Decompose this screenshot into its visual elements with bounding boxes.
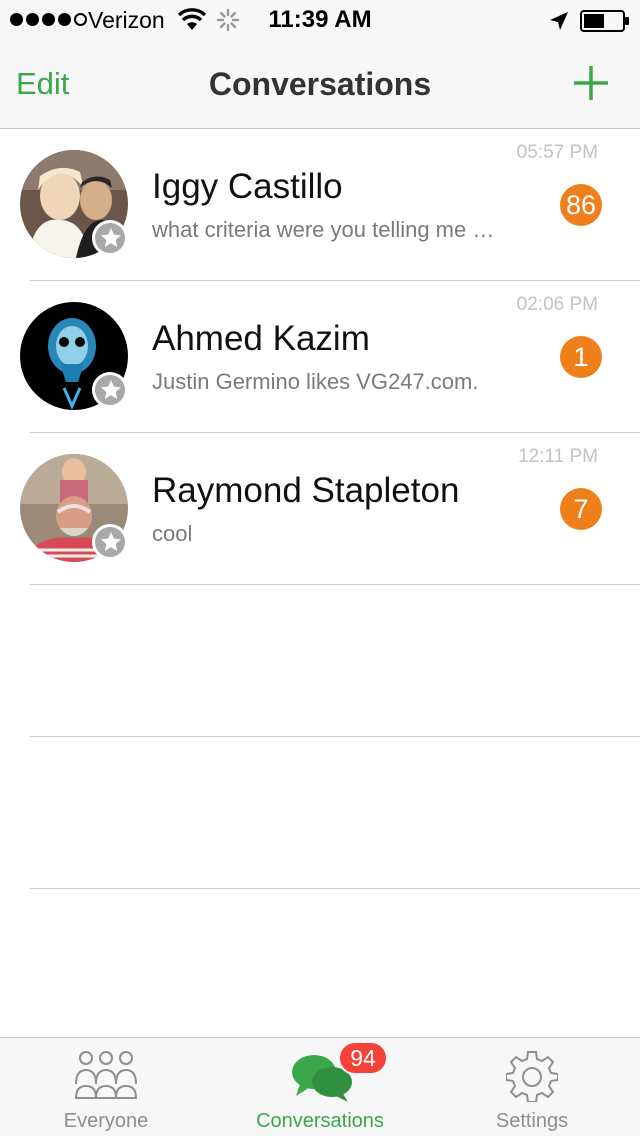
message-preview: what criteria were you telling me about <box>152 217 502 242</box>
message-time: 05:57 PM <box>516 142 598 163</box>
location-arrow-icon <box>550 12 568 30</box>
status-bar: Verizon 11:39 AM <box>0 0 640 40</box>
status-time: 11:39 AM <box>268 6 372 33</box>
conversation-row[interactable]: Raymond Stapleton cool 12:11 PM 7 <box>0 433 640 585</box>
star-icon[interactable] <box>92 524 128 560</box>
message-preview: cool <box>152 521 193 546</box>
battery-icon <box>580 10 629 32</box>
star-icon[interactable] <box>92 372 128 408</box>
unread-total-badge: 94 <box>338 1041 388 1075</box>
tab-label: Conversations <box>256 1110 384 1132</box>
message-time: 12:11 PM <box>518 446 598 467</box>
tab-label: Settings <box>495 1110 569 1132</box>
unread-count-badge: 1 <box>560 336 602 378</box>
people-group-icon <box>74 1051 138 1099</box>
empty-row <box>0 585 640 737</box>
contact-name: Ahmed Kazim <box>152 319 370 358</box>
tab-label: Everyone <box>63 1110 149 1132</box>
contact-name: Raymond Stapleton <box>152 471 460 510</box>
unread-count-badge: 7 <box>560 488 602 530</box>
unread-count-badge: 86 <box>560 184 602 226</box>
conversation-row[interactable]: Ahmed Kazim Justin Germino likes VG247.c… <box>0 281 640 433</box>
conversation-list: Iggy Castillo what criteria were you tel… <box>0 129 640 889</box>
navigation-bar: Edit Conversations <box>0 40 640 129</box>
gear-icon <box>506 1051 558 1102</box>
battery-level-fill <box>584 14 604 28</box>
tab-settings[interactable]: Settings <box>446 1038 618 1136</box>
star-icon[interactable] <box>92 220 128 256</box>
empty-row <box>0 737 640 889</box>
page-title: Conversations <box>208 66 432 102</box>
tab-bar: Everyone Conversations 94 Settings <box>0 1037 640 1136</box>
conversation-row[interactable]: Iggy Castillo what criteria were you tel… <box>0 129 640 281</box>
plus-icon[interactable] <box>572 64 610 102</box>
message-preview: Justin Germino likes VG247.com. <box>152 369 479 394</box>
contact-name: Iggy Castillo <box>152 167 343 206</box>
tab-everyone[interactable]: Everyone <box>20 1038 192 1136</box>
message-time: 02:06 PM <box>516 294 598 315</box>
